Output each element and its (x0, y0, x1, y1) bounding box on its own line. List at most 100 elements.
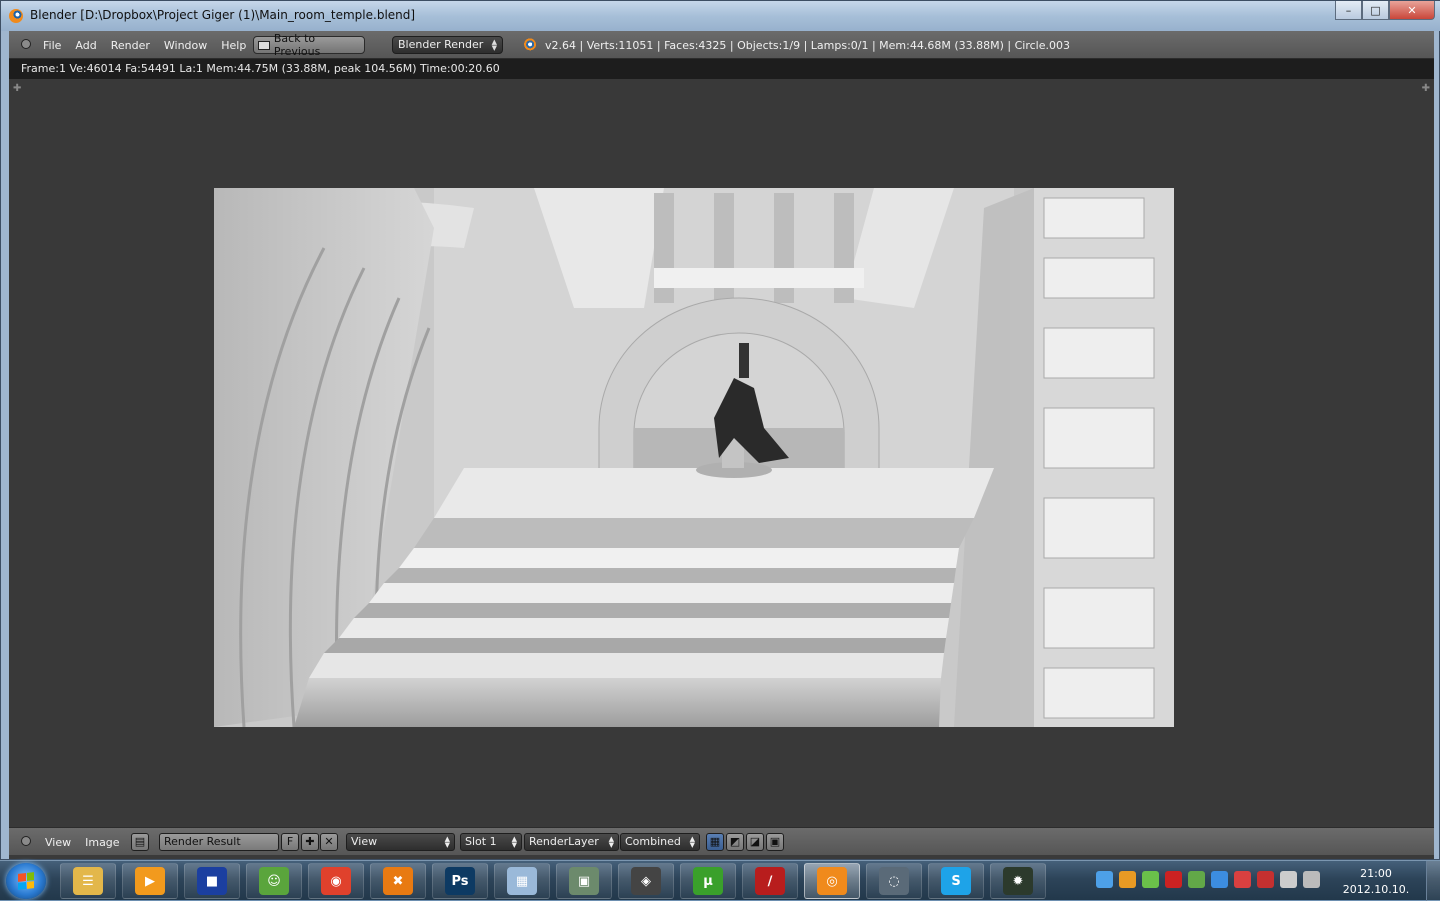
render-result-image (214, 188, 1174, 727)
menu-help[interactable]: Help (221, 39, 246, 52)
taskbar-app-button[interactable]: ☰ (60, 863, 116, 899)
select-arrows-icon: ▲ ▼ (444, 835, 450, 849)
draw-mode-value: View (351, 835, 378, 848)
image-editor-viewport[interactable]: ✚ ✚ (9, 79, 1434, 827)
cheat-engine-icon: ✖ (383, 867, 413, 895)
taskbar-app-button[interactable]: ◌ (866, 863, 922, 899)
corner-plus-icon[interactable]: ✚ (1422, 83, 1430, 94)
striped-app-icon: ∕ (755, 867, 785, 895)
windows-logo-icon (18, 872, 34, 890)
tray-icon[interactable] (1257, 871, 1274, 888)
tray-icon[interactable] (1280, 871, 1297, 888)
menu-view[interactable]: View (45, 836, 71, 849)
image-editor-menu: View Image (45, 836, 120, 849)
display-rgb-icon[interactable]: ▦ (706, 833, 724, 851)
blender-logo-icon (522, 38, 536, 52)
photoshop-icon: Ps (445, 867, 475, 895)
back-to-previous-button[interactable]: Back to Previous (253, 32, 365, 58)
taskbar-app-button[interactable]: µ (680, 863, 736, 899)
slot-value: Slot 1 (465, 835, 497, 848)
render-engine-value: Blender Render (398, 38, 484, 51)
explorer-folder-icon: ☰ (73, 867, 103, 895)
scene-stats: v2.64 | Verts:11051 | Faces:4325 | Objec… (545, 39, 1070, 52)
title-bar[interactable]: Blender [D:\Dropbox\Project Giger (1)\Ma… (1, 1, 1440, 31)
clock-date: 2012.10.10. (1342, 883, 1410, 896)
menu-window[interactable]: Window (164, 39, 207, 52)
taskbar-app-button[interactable]: ◉ (308, 863, 364, 899)
render-layer-select[interactable]: RenderLayer ▲ ▼ (524, 833, 619, 851)
render-scene-illustration (214, 188, 1174, 727)
blender-icon: ◎ (817, 867, 847, 895)
new-image-icon[interactable]: ✚ (301, 833, 319, 851)
unlink-image-icon[interactable]: ✕ (320, 833, 338, 851)
taskbar-app-button[interactable]: S (928, 863, 984, 899)
draw-mode-select[interactable]: View ▲ ▼ (346, 833, 455, 851)
blender-window: Blender [D:\Dropbox\Project Giger (1)\Ma… (0, 0, 1440, 860)
taskbar-app-button[interactable]: ☺ (246, 863, 302, 899)
close-button[interactable]: ✕ (1389, 1, 1435, 20)
tray-icon[interactable] (1096, 871, 1113, 888)
info-header: File Add Render Window Help Back to Prev… (9, 31, 1434, 59)
back-icon (258, 40, 270, 50)
image-editor-header: View Image ▤ Render Result F ✚ ✕ View ▲ ▼… (9, 827, 1434, 855)
taskbar-clock[interactable]: 21:00 2012.10.10. (1340, 866, 1412, 898)
select-arrows-icon: ▲ ▼ (511, 835, 517, 849)
render-pass-value: Combined (625, 835, 681, 848)
slot-select[interactable]: Slot 1 ▲ ▼ (460, 833, 522, 851)
render-info-text: Frame:1 Ve:46014 Fa:54491 La:1 Mem:44.75… (21, 62, 500, 75)
taskbar-app-button[interactable]: ✖ (370, 863, 426, 899)
image-browse-icon[interactable]: ▤ (131, 833, 149, 851)
menu-file[interactable]: File (43, 39, 61, 52)
minimize-button[interactable]: – (1335, 1, 1362, 20)
tray-icon[interactable] (1165, 871, 1182, 888)
taskbar-app-button[interactable]: ▣ (556, 863, 612, 899)
start-button[interactable] (6, 863, 46, 899)
main-menu: File Add Render Window Help (43, 39, 246, 52)
utorrent-icon: µ (693, 867, 723, 895)
render-engine-select[interactable]: Blender Render ▲ ▼ (392, 36, 503, 54)
taskbar-app-button[interactable]: Ps (432, 863, 488, 899)
menu-add[interactable]: Add (75, 39, 96, 52)
taskbar-app-button[interactable]: ▦ (494, 863, 550, 899)
tray-icon[interactable] (1142, 871, 1159, 888)
taskbar-app-button[interactable]: ◈ (618, 863, 674, 899)
display-zbuffer-icon[interactable]: ◪ (746, 833, 764, 851)
render-info-bar: Frame:1 Ve:46014 Fa:54491 La:1 Mem:44.75… (9, 59, 1434, 79)
messenger-icon: ☺ (259, 867, 289, 895)
taskbar-app-button[interactable]: ▶ (122, 863, 178, 899)
fake-user-button[interactable]: F (281, 833, 299, 851)
tray-icon[interactable] (1211, 871, 1228, 888)
media-player-icon: ▶ (135, 867, 165, 895)
header-collapse-icon[interactable] (21, 836, 31, 846)
tray-icon[interactable] (1188, 871, 1205, 888)
chrome-icon: ◉ (321, 867, 351, 895)
select-arrows-icon: ▲ ▼ (608, 835, 614, 849)
image-name-value: Render Result (164, 835, 241, 848)
taskbar-app-button[interactable]: ◎ (804, 863, 860, 899)
menu-image[interactable]: Image (85, 836, 119, 849)
taskbar-app-button[interactable]: ∕ (742, 863, 798, 899)
system-tray (1096, 871, 1320, 888)
clock-time: 21:00 (1360, 867, 1392, 880)
render-layer-value: RenderLayer (529, 835, 599, 848)
skype-icon: S (941, 867, 971, 895)
maximize-button[interactable]: □ (1362, 1, 1389, 20)
image-name-field[interactable]: Render Result (159, 833, 279, 851)
menu-render[interactable]: Render (111, 39, 150, 52)
header-collapse-icon[interactable] (21, 39, 31, 49)
select-arrows-icon: ▲ ▼ (689, 835, 695, 849)
tray-icon[interactable] (1234, 871, 1251, 888)
image-pin-icon[interactable]: ▣ (766, 833, 784, 851)
tray-icon[interactable] (1303, 871, 1320, 888)
window-title: Blender [D:\Dropbox\Project Giger (1)\Ma… (30, 8, 416, 22)
calculator-icon: ▦ (507, 867, 537, 895)
corner-plus-icon[interactable]: ✚ (13, 83, 21, 94)
tray-icon[interactable] (1119, 871, 1136, 888)
display-alpha-icon[interactable]: ◩ (726, 833, 744, 851)
show-desktop-button[interactable] (1426, 861, 1440, 901)
taskbar-app-button[interactable]: ✹ (990, 863, 1046, 899)
save-disk-icon: ■ (197, 867, 227, 895)
windows-taskbar: ☰ ▶ ■ ☺ ◉ ✖ Ps ▦ ▣ ◈ µ ∕ ◎ ◌ S ✹ 21:00 2012.10.10. (0, 860, 1440, 901)
render-pass-select[interactable]: Combined ▲ ▼ (620, 833, 700, 851)
taskbar-app-button[interactable]: ■ (184, 863, 240, 899)
